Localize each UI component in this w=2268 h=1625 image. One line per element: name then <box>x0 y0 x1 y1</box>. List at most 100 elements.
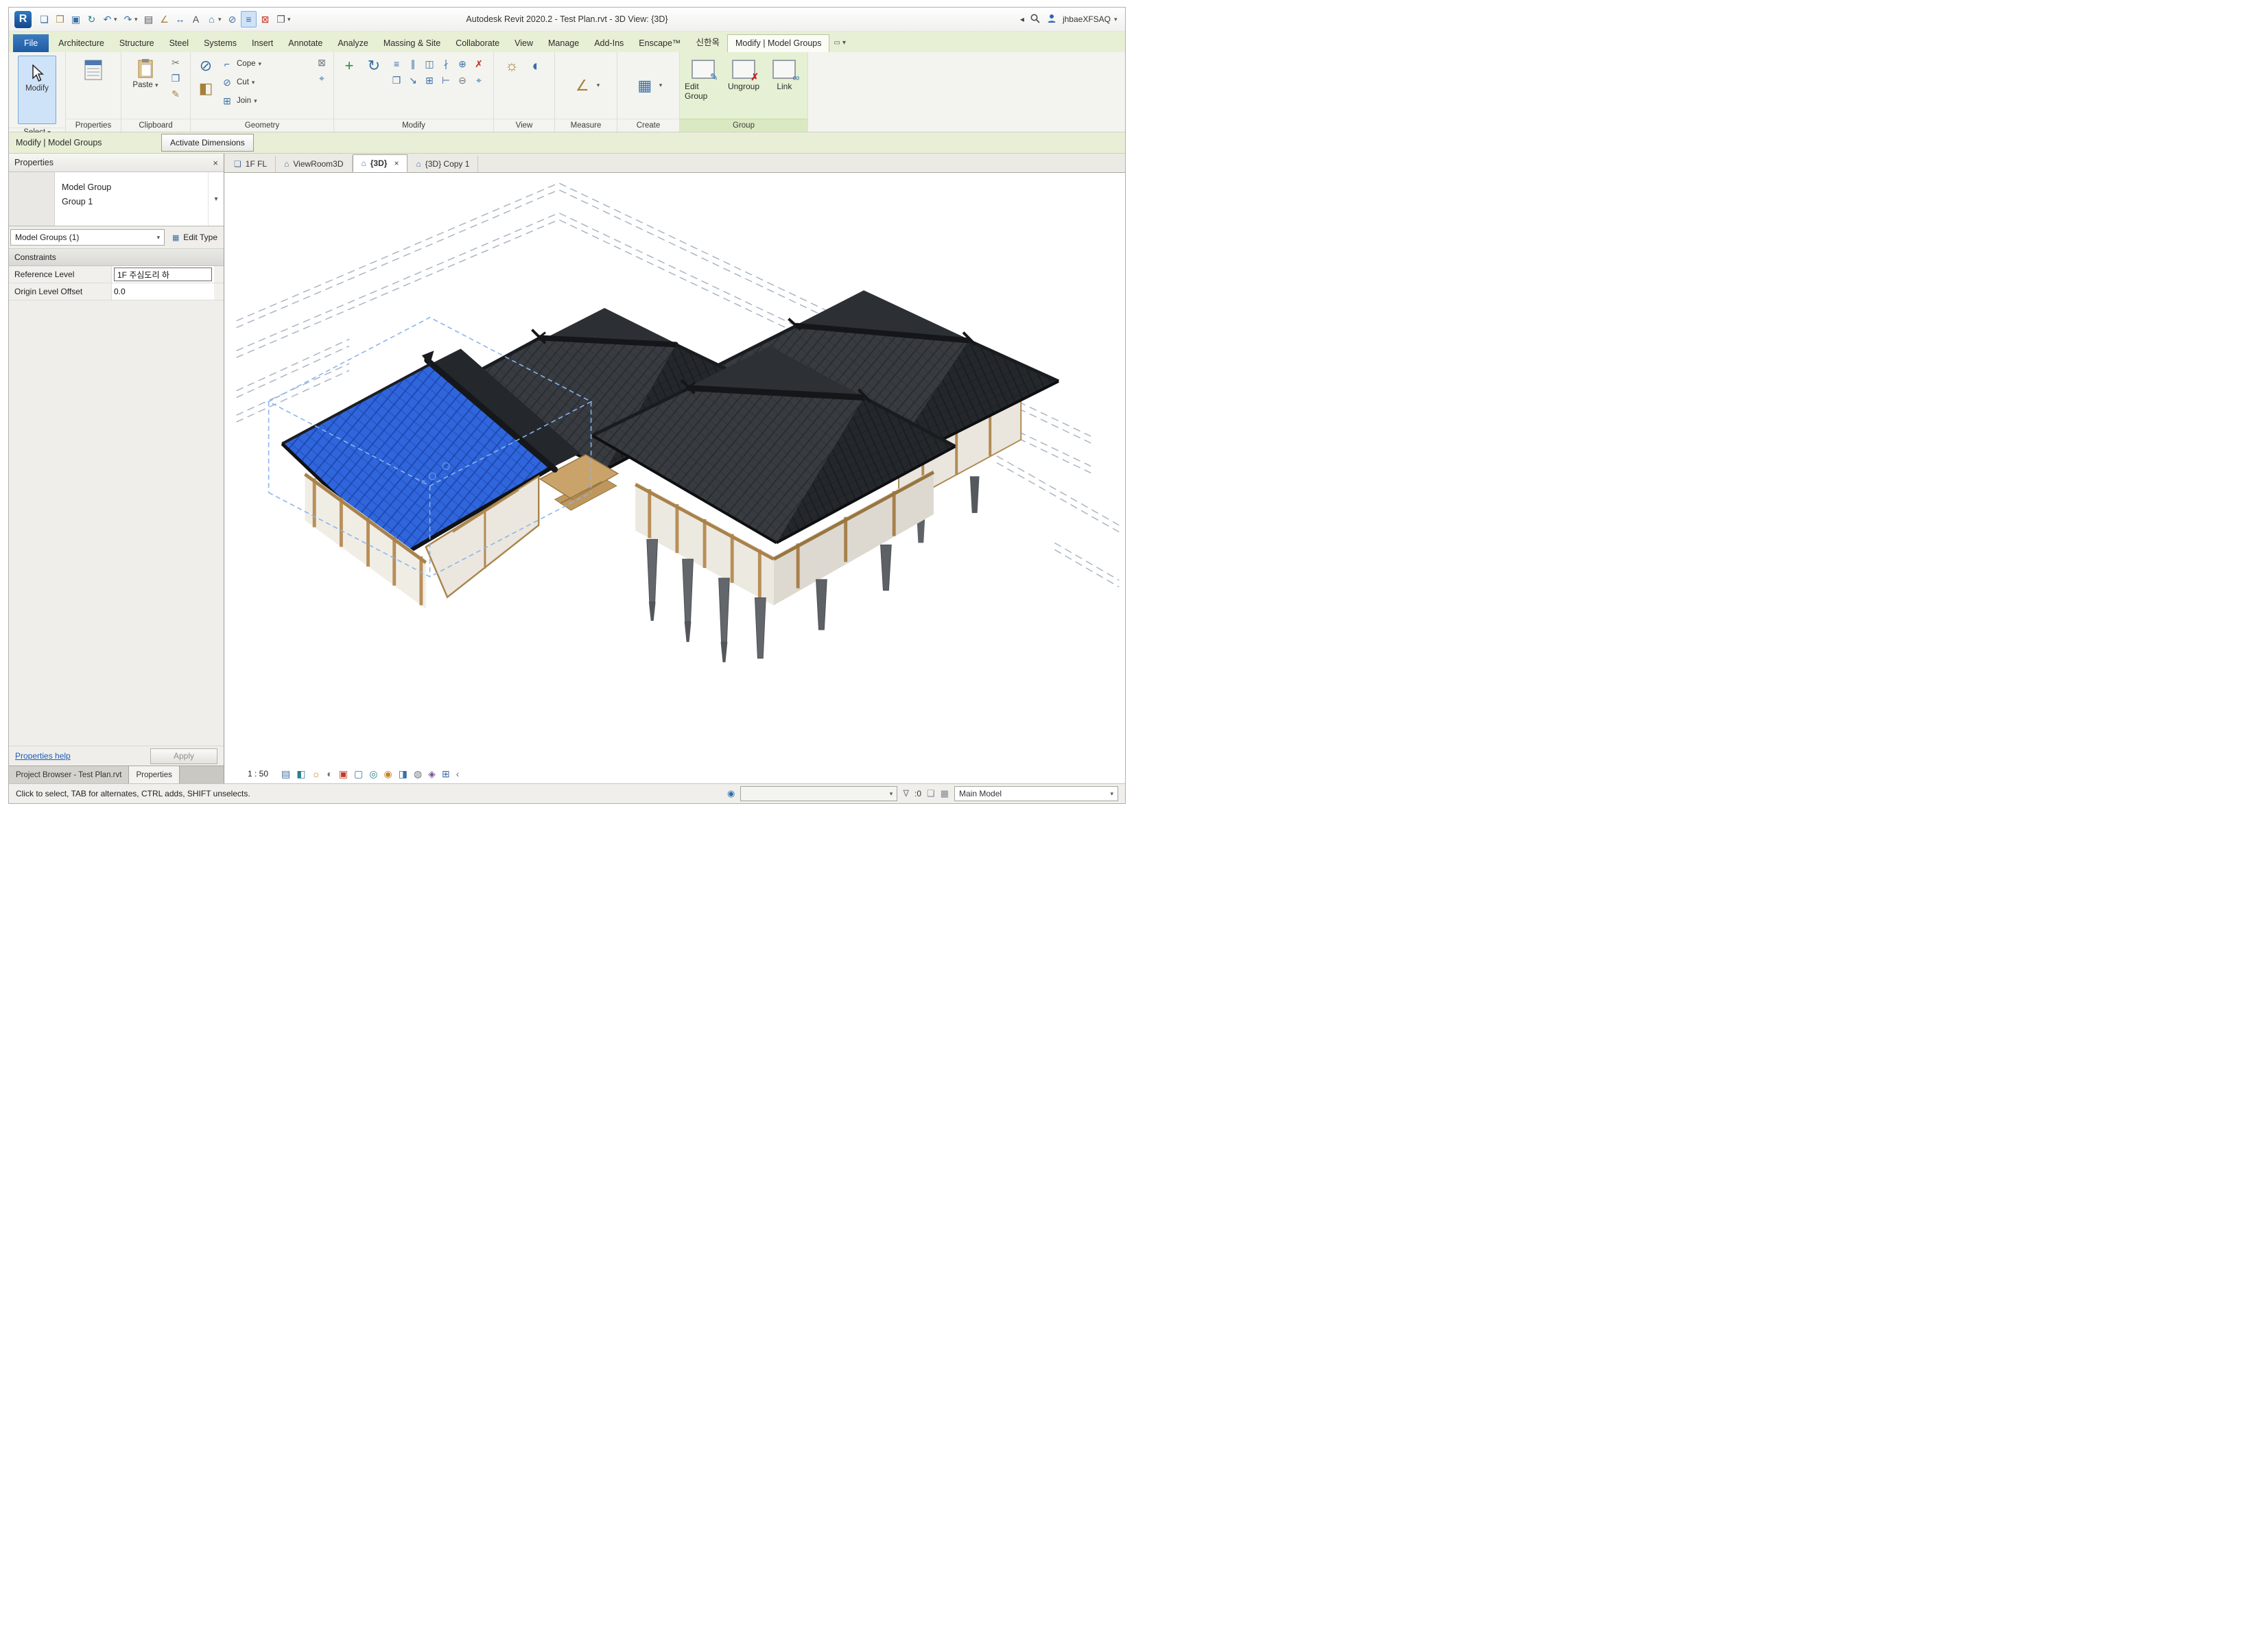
panel-label-group[interactable]: Group <box>680 119 807 132</box>
demolish-icon[interactable]: ⊠ <box>315 56 329 69</box>
sun-path-icon[interactable]: ☼ <box>312 768 321 779</box>
properties-help-link[interactable]: Properties help <box>15 751 71 761</box>
tab-structure[interactable]: Structure <box>112 35 162 52</box>
scale-control[interactable]: 1 : 50 <box>248 769 268 779</box>
save-icon[interactable]: ▣ <box>69 12 83 27</box>
user-menu-caret-icon[interactable]: ▾ <box>1114 16 1120 23</box>
tab-manage[interactable]: Manage <box>541 35 587 52</box>
view3d-caret-icon[interactable]: ▾ <box>218 16 224 23</box>
open-icon[interactable]: ❒ <box>53 12 67 27</box>
design-options-icon[interactable]: ▦ <box>941 788 949 799</box>
trim-icon[interactable]: ⊢ <box>439 73 453 87</box>
tab-annotate[interactable]: Annotate <box>281 35 330 52</box>
edit-group-button[interactable]: ✎ Edit Group <box>685 56 721 101</box>
override-graphics-icon[interactable]: ◐ <box>526 56 547 76</box>
panel-label-view[interactable]: View <box>494 119 554 132</box>
mirror-icon[interactable]: ◫ <box>423 57 436 71</box>
active-workset-icon[interactable]: ◉ <box>727 788 735 799</box>
scale-icon[interactable]: ↘ <box>406 73 420 87</box>
link-group-button[interactable]: ∞ Link <box>766 56 803 91</box>
reveal-constraints-icon[interactable]: ⊞ <box>442 768 450 780</box>
close-view-tab-icon[interactable]: × <box>394 158 399 168</box>
paste-button[interactable]: Paste ▾ <box>126 56 165 90</box>
modify-button[interactable]: Modify <box>18 56 56 124</box>
view-tab-3d-copy-1[interactable]: ⌂ {3D} Copy 1 <box>407 156 478 172</box>
tab-shinhanok[interactable]: 신한옥 <box>688 32 727 52</box>
new-document-icon[interactable]: ❏ <box>37 12 51 27</box>
measure-tool-icon[interactable]: ∠ <box>572 75 593 96</box>
tab-analyze[interactable]: Analyze <box>330 35 375 52</box>
filter-icon[interactable]: ∇ <box>903 788 909 799</box>
apply-button[interactable]: Apply <box>150 748 217 764</box>
offset-icon[interactable]: ∥ <box>406 57 420 71</box>
redo-icon[interactable]: ↷ <box>121 12 135 27</box>
measure-caret-icon[interactable]: ▾ <box>597 82 600 89</box>
hide-in-view-icon[interactable]: ☼ <box>501 56 522 76</box>
workset-dropdown[interactable]: ▾ <box>740 786 897 801</box>
tab-enscape[interactable]: Enscape™ <box>631 35 688 52</box>
array-icon[interactable]: ⊞ <box>423 73 436 87</box>
text-icon[interactable]: A <box>189 12 203 27</box>
qat-customize-caret-icon[interactable]: ▾ <box>287 16 293 23</box>
copy-icon[interactable]: ❐ <box>169 71 182 85</box>
measure-icon[interactable]: ∠ <box>157 12 172 27</box>
match-type-icon[interactable]: ✎ <box>169 87 182 101</box>
cut-geometry-icon[interactable]: ⊘ <box>196 56 216 76</box>
unpin-icon[interactable]: ⊖ <box>456 73 469 87</box>
view-tab-3d[interactable]: ⌂ {3D} × <box>353 154 408 172</box>
match-properties-icon[interactable]: ⌖ <box>472 73 486 87</box>
tab-modify-model-groups[interactable]: Modify | Model Groups <box>727 34 830 52</box>
design-option-dropdown[interactable]: Main Model ▾ <box>954 786 1118 801</box>
activate-dimensions-button[interactable]: Activate Dimensions <box>161 134 254 152</box>
type-selector[interactable]: Model Group Group 1 ▾ <box>9 172 224 226</box>
tab-massing-site[interactable]: Massing & Site <box>376 35 448 52</box>
panel-label-measure[interactable]: Measure <box>555 119 617 132</box>
tab-insert[interactable]: Insert <box>244 35 281 52</box>
tab-view[interactable]: View <box>507 35 541 52</box>
properties-filter-dropdown[interactable]: Model Groups (1) ▾ <box>10 229 165 246</box>
panel-label-create[interactable]: Create <box>617 119 679 132</box>
ungroup-button[interactable]: ✗ Ungroup <box>725 56 761 91</box>
crop-view-icon[interactable]: ▣ <box>339 768 348 780</box>
type-selector-caret-icon[interactable]: ▾ <box>208 172 224 226</box>
sync-icon[interactable]: ↻ <box>84 12 99 27</box>
reveal-hidden-elements-icon[interactable]: ◉ <box>384 768 392 780</box>
close-inactive-views-icon[interactable]: ⊠ <box>258 12 272 27</box>
aligned-dimension-icon[interactable]: ↔ <box>173 12 187 27</box>
paint-icon[interactable]: ◧ <box>196 78 216 99</box>
displaced-elements-icon[interactable]: ◈ <box>428 768 436 780</box>
panel-label-geometry[interactable]: Geometry <box>191 119 333 132</box>
origin-level-offset-value[interactable]: 0.0 <box>112 283 214 300</box>
panel-label-modify[interactable]: Modify <box>334 119 493 132</box>
detail-level-icon[interactable]: ▤ <box>281 768 290 780</box>
rotate-icon[interactable]: ↻ <box>364 56 384 76</box>
reference-level-value[interactable]: 1F 주심도리 하 <box>114 268 212 281</box>
project-browser-toggle-icon[interactable]: ≡ <box>241 11 257 27</box>
ribbon-display-caret-icon[interactable]: ▾ <box>842 39 846 47</box>
tab-project-browser[interactable]: Project Browser - Test Plan.rvt <box>9 766 129 783</box>
cut-icon[interactable]: ✂ <box>169 56 182 69</box>
move-icon[interactable]: + <box>339 56 359 76</box>
username[interactable]: jhbaeXFSAQ <box>1063 14 1111 24</box>
tab-properties-palette[interactable]: Properties <box>129 766 179 783</box>
panel-label-properties[interactable]: Properties <box>66 119 121 132</box>
create-caret-icon[interactable]: ▾ <box>659 82 663 89</box>
delete-icon[interactable]: ✗ <box>472 57 486 71</box>
redo-caret-icon[interactable]: ▾ <box>134 16 140 23</box>
split-icon[interactable]: ∤ <box>439 57 453 71</box>
temporary-view-properties-icon[interactable]: ◨ <box>399 768 407 780</box>
shadows-icon[interactable]: ◐ <box>327 768 332 779</box>
tab-architecture[interactable]: Architecture <box>51 35 112 52</box>
create-group-icon[interactable]: ▦ <box>635 75 655 96</box>
tab-systems[interactable]: Systems <box>196 35 244 52</box>
tab-steel[interactable]: Steel <box>162 35 197 52</box>
user-account-icon[interactable] <box>1046 13 1057 26</box>
revit-logo[interactable]: R <box>14 11 32 28</box>
infocenter-back-icon[interactable]: ◂ <box>1020 14 1024 24</box>
section-icon[interactable]: ⊘ <box>225 12 239 27</box>
cope-button[interactable]: ⌐ Cope ▾ <box>220 56 311 72</box>
visual-style-icon[interactable]: ◧ <box>296 768 305 780</box>
temporary-hide-isolate-icon[interactable]: ◎ <box>369 768 377 780</box>
collapse-bar-icon[interactable]: ‹ <box>456 768 460 779</box>
drawing-area[interactable] <box>224 173 1125 764</box>
